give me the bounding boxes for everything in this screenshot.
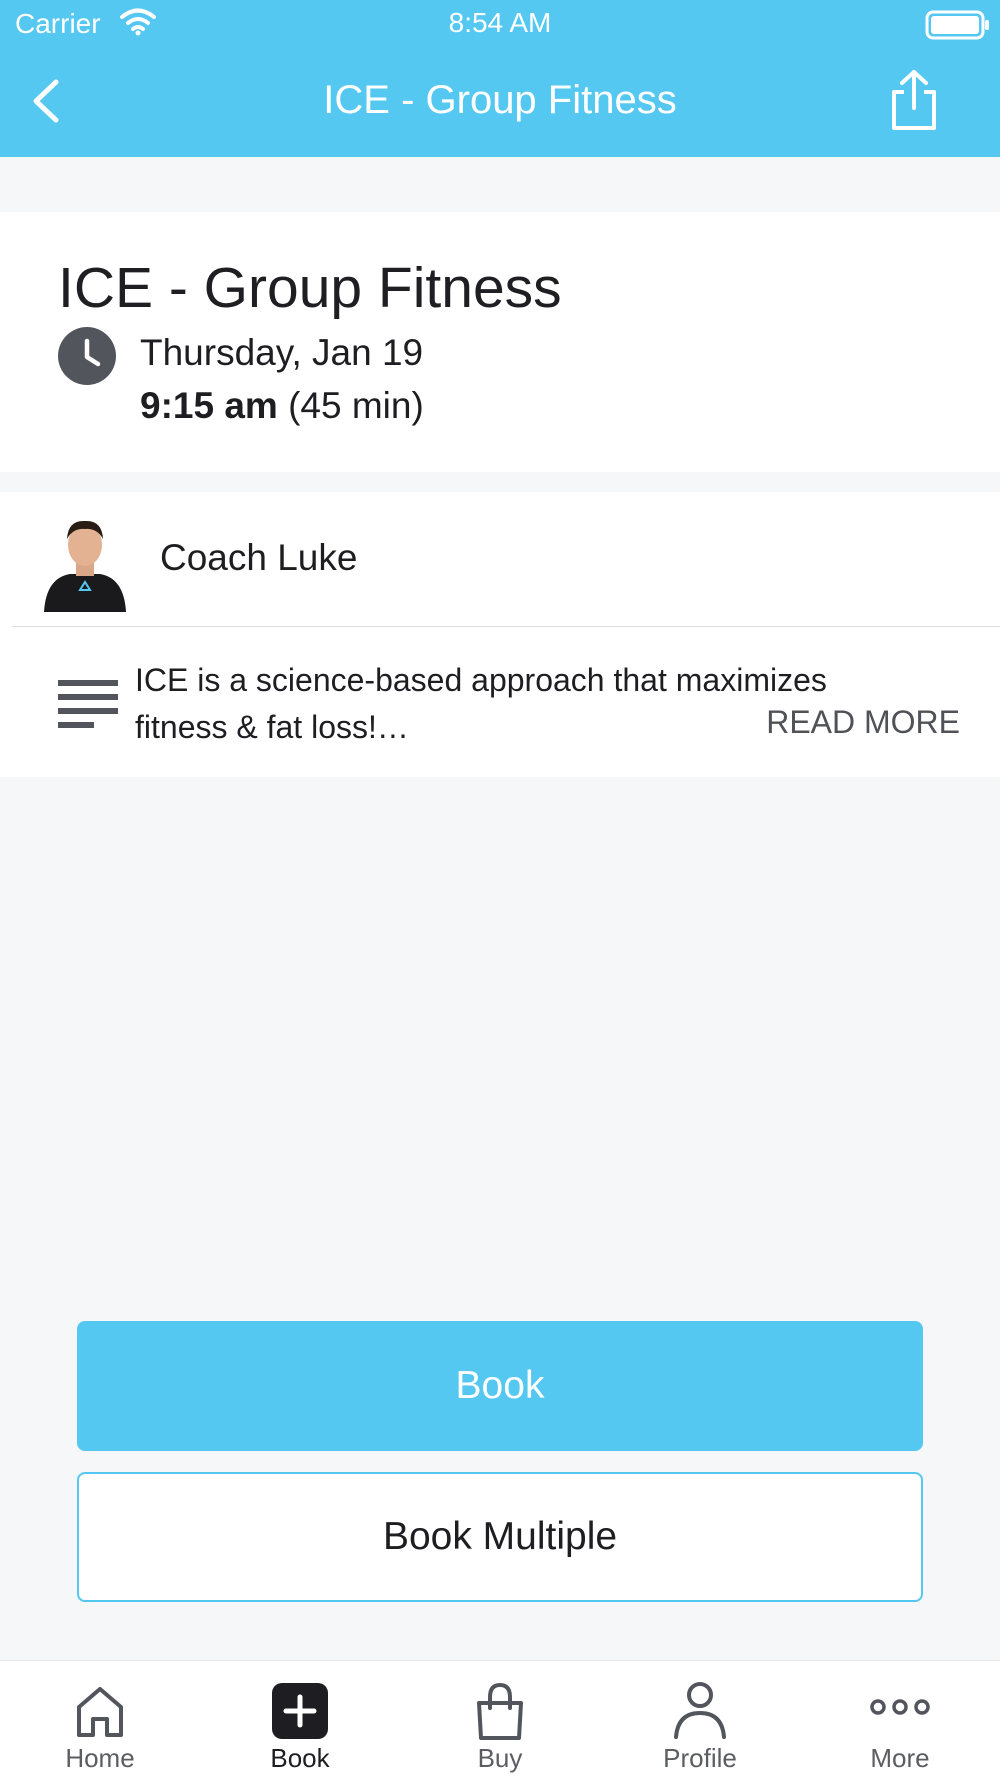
clock-icon xyxy=(58,327,116,385)
book-button[interactable]: Book xyxy=(77,1321,923,1451)
divider xyxy=(12,626,1000,627)
tab-buy[interactable]: Buy xyxy=(400,1661,600,1779)
more-dots-icon xyxy=(870,1699,930,1715)
tab-bar: Home Book Buy Profile More xyxy=(0,1660,1000,1779)
tab-book-label: Book xyxy=(270,1743,330,1773)
coach-name[interactable]: Coach Luke xyxy=(160,537,357,579)
plus-square-icon xyxy=(272,1683,328,1739)
class-duration: (45 min) xyxy=(288,385,424,426)
battery-icon xyxy=(925,10,989,40)
share-icon[interactable] xyxy=(888,68,940,132)
status-time: 8:54 AM xyxy=(448,7,552,38)
tab-profile[interactable]: Profile xyxy=(600,1661,800,1779)
tab-buy-label: Buy xyxy=(477,1743,523,1773)
description-lines-icon xyxy=(58,680,118,728)
home-icon xyxy=(77,1687,123,1737)
tab-book[interactable]: Book xyxy=(200,1661,400,1779)
class-time-line: 9:15 am (45 min) xyxy=(140,385,424,427)
nav-title: ICE - Group Fitness xyxy=(323,78,677,122)
class-start-time: 9:15 am xyxy=(140,385,278,426)
tab-more-label: More xyxy=(870,1743,930,1773)
header: Carrier 8:54 AM ICE - Group Fitness xyxy=(0,0,1000,157)
tab-profile-label: Profile xyxy=(663,1743,737,1773)
class-date: Thursday, Jan 19 xyxy=(140,332,424,373)
coach-description-card: Coach Luke ICE is a science-based approa… xyxy=(0,492,1000,777)
book-multiple-button[interactable]: Book Multiple xyxy=(77,1472,923,1602)
tab-home-label: Home xyxy=(65,1743,135,1773)
coach-avatar[interactable] xyxy=(40,512,130,612)
tab-home[interactable]: Home xyxy=(0,1661,200,1779)
read-more-link[interactable]: READ MORE xyxy=(766,704,960,741)
person-icon xyxy=(674,1682,726,1739)
tab-more[interactable]: More xyxy=(800,1661,1000,1779)
class-info-card: ICE - Group Fitness Thursday, Jan 19 9:1… xyxy=(0,212,1000,472)
class-title: ICE - Group Fitness xyxy=(58,256,562,320)
shopping-bag-icon xyxy=(477,1682,523,1740)
